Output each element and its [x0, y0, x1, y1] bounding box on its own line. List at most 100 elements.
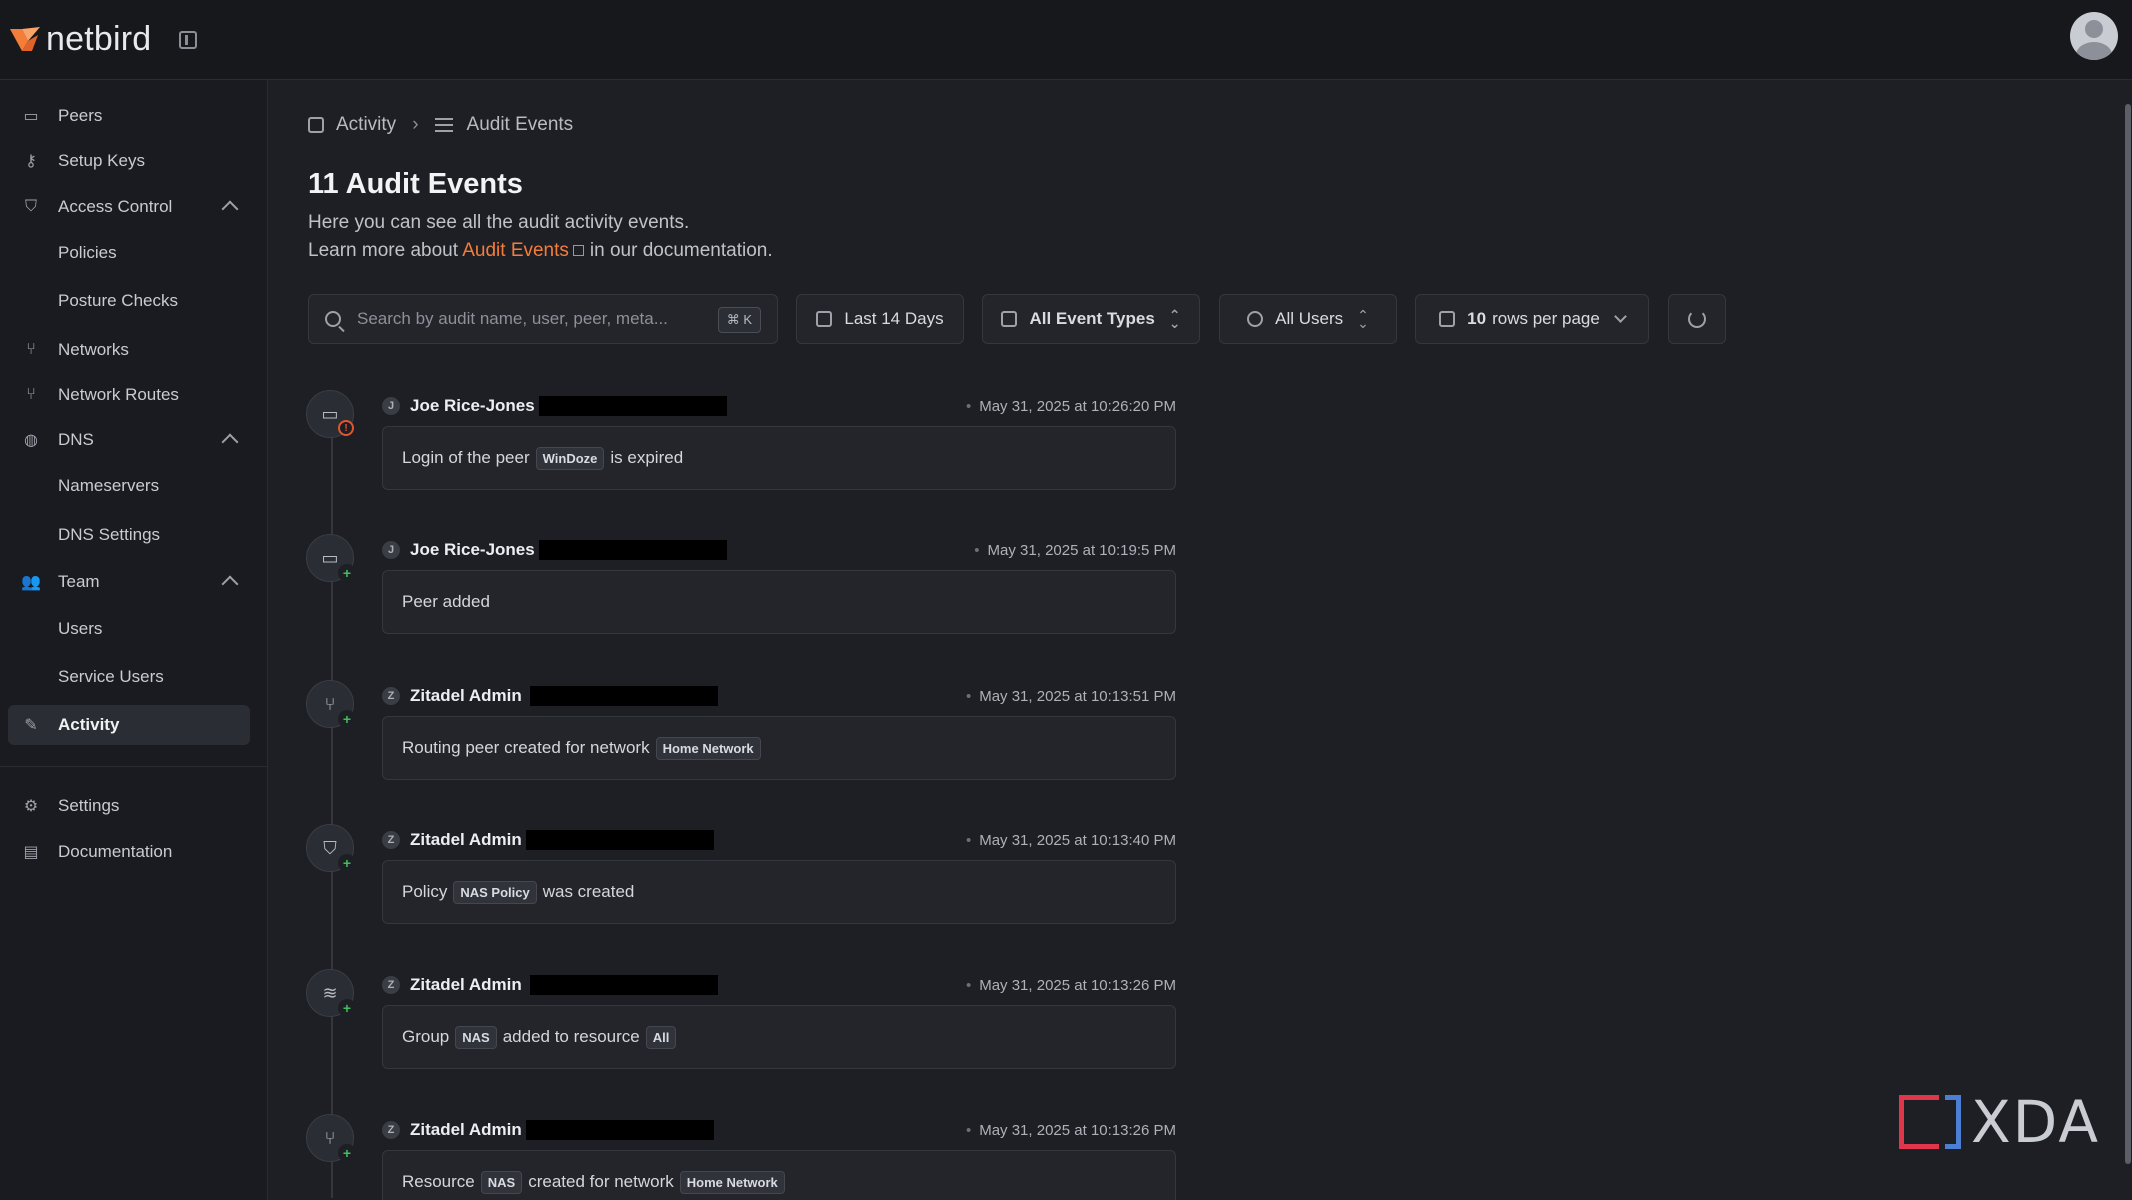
refresh-button[interactable] [1668, 294, 1726, 344]
netbird-logo[interactable]: netbird [8, 20, 151, 59]
event-item: ⛉ + Z Zitadel Admin May 31, 2025 at 10:1… [306, 824, 1176, 944]
event-item: ⑂ + Z Zitadel Admin May 31, 2025 at 10:1… [306, 1114, 1176, 1200]
breadcrumb: Activity › Audit Events [308, 114, 573, 136]
shield-icon: ⛉ [24, 198, 37, 215]
network-icon: ⑂ [26, 341, 36, 358]
scrollbar[interactable] [2124, 84, 2132, 1184]
activity-icon [308, 117, 324, 133]
sidebar-item-dns-settings[interactable]: DNS Settings [8, 515, 250, 555]
event-text: Resource [402, 1172, 475, 1191]
sidebar-item-nameservers[interactable]: Nameservers [8, 466, 250, 506]
page-description-docs: Learn more about Audit Events in our docu… [308, 240, 773, 262]
sidebar-item-activity[interactable]: ✎ Activity [8, 705, 250, 745]
redacted-block [538, 540, 727, 560]
sidebar-item-setup-keys[interactable]: ⚷ Setup Keys [8, 141, 250, 181]
event-card: Policy NAS Policy was created [382, 860, 1176, 924]
redacted-block [525, 830, 714, 850]
xda-watermark: XDA [1898, 1088, 2100, 1156]
plus-icon: + [338, 999, 356, 1017]
sidebar-divider [0, 766, 268, 767]
audit-events-docs-link[interactable]: Audit Events [462, 240, 569, 261]
sidebar-item-label: Peers [58, 106, 103, 125]
date-range-button[interactable]: Last 14 Days [796, 294, 964, 344]
external-link-icon [572, 245, 584, 256]
event-time: May 31, 2025 at 10:13:26 PM [966, 1122, 1176, 1139]
date-range-label: Last 14 Days [844, 309, 944, 328]
network-tag[interactable]: Home Network [679, 1170, 785, 1194]
user-initial: Z [382, 976, 400, 994]
user-initial: Z [382, 831, 400, 849]
gear-icon: ⚙ [23, 798, 39, 815]
event-time: May 31, 2025 at 10:13:26 PM [966, 977, 1176, 994]
sidebar-item-label: Settings [58, 796, 120, 815]
users-select[interactable]: All Users ⌃ ⌄ [1219, 294, 1397, 344]
sidebar-item-label: Network Routes [58, 385, 179, 404]
event-time: May 31, 2025 at 10:13:51 PM [966, 688, 1176, 705]
breadcrumb-parent[interactable]: Activity [336, 114, 396, 136]
team-icon: 👥 [21, 574, 41, 591]
user-avatar[interactable] [2070, 12, 2118, 60]
network-routes-icon: ⑂ [26, 386, 36, 403]
user-name: Zitadel Admin [410, 975, 522, 994]
top-bar: netbird [0, 0, 2132, 80]
event-card: Peer added [382, 570, 1176, 634]
event-item: ⑂ + Z Zitadel Admin May 31, 2025 at 10:1… [306, 680, 1176, 800]
user-initial: Z [382, 687, 400, 705]
event-user: Z Zitadel Admin [382, 830, 714, 850]
sidebar-item-dns[interactable]: ◍ DNS [8, 420, 250, 460]
refresh-icon [1688, 310, 1706, 328]
sidebar-item-networks[interactable]: ⑂ Networks [8, 330, 250, 370]
layers-icon [1001, 311, 1018, 327]
sidebar-item-posture-checks[interactable]: Posture Checks [8, 281, 250, 321]
event-user: Z Zitadel Admin [382, 1120, 714, 1140]
redacted-block [529, 975, 718, 995]
search-input[interactable] [357, 309, 717, 329]
event-text: is expired [610, 448, 684, 467]
sidebar-toggle-icon[interactable] [179, 30, 198, 49]
search-box[interactable]: ⌘ K [308, 294, 778, 344]
plus-icon: + [338, 710, 356, 728]
event-types-label: All Event Types [1029, 309, 1155, 328]
event-card: Group NAS added to resource All [382, 1005, 1176, 1069]
resource-tag[interactable]: NAS [480, 1170, 523, 1194]
chevron-right-icon: › [412, 114, 419, 135]
rows-per-page-select[interactable]: 10 rows per page [1415, 294, 1649, 344]
redacted-block [529, 686, 718, 706]
sidebar: ▭ Peers ⚷ Setup Keys ⛉ Access Control Po… [0, 80, 268, 1200]
sidebar-item-network-routes[interactable]: ⑂ Network Routes [8, 375, 250, 415]
resource-tag[interactable]: All [645, 1025, 677, 1049]
event-types-select[interactable]: All Event Types ⌃ ⌄ [982, 294, 1200, 344]
search-icon [325, 311, 341, 327]
event-text: Policy [402, 882, 448, 901]
users-label: All Users [1275, 309, 1344, 328]
app-name: netbird [46, 20, 152, 58]
sidebar-item-label: Users [58, 619, 103, 638]
user-name: Joe Rice-Jones [410, 396, 535, 415]
sidebar-item-team[interactable]: 👥 Team [8, 562, 250, 602]
sidebar-item-users[interactable]: Users [8, 609, 250, 649]
breadcrumb-current: Audit Events [466, 114, 574, 135]
peer-tag[interactable]: WinDoze [535, 446, 605, 470]
sidebar-item-policies[interactable]: Policies [8, 233, 250, 273]
event-item: ▭ + J Joe Rice-Jones May 31, 2025 at 10:… [306, 534, 1176, 654]
event-card: Routing peer created for network Home Ne… [382, 716, 1176, 780]
user-initial: J [382, 397, 400, 415]
group-tag[interactable]: NAS [455, 1025, 497, 1049]
sidebar-item-settings[interactable]: ⚙ Settings [8, 786, 250, 826]
policy-tag[interactable]: NAS Policy [453, 880, 537, 904]
scrollbar-thumb[interactable] [2125, 104, 2131, 1164]
event-user: J Joe Rice-Jones [382, 396, 727, 416]
table-icon [1439, 311, 1456, 327]
sidebar-item-service-users[interactable]: Service Users [8, 657, 250, 697]
watermark-text: XDA [1970, 1088, 2100, 1156]
user-initial: Z [382, 1121, 400, 1139]
globe-icon: ◍ [24, 432, 38, 449]
sidebar-item-label: Nameservers [58, 476, 160, 495]
sidebar-item-access-control[interactable]: ⛉ Access Control [8, 187, 250, 227]
book-icon: ▤ [23, 844, 39, 861]
plus-icon: + [338, 564, 356, 582]
sidebar-item-label: Setup Keys [58, 151, 145, 170]
network-tag[interactable]: Home Network [655, 736, 761, 760]
sidebar-item-documentation[interactable]: ▤ Documentation [8, 832, 250, 872]
sidebar-item-peers[interactable]: ▭ Peers [8, 96, 250, 136]
